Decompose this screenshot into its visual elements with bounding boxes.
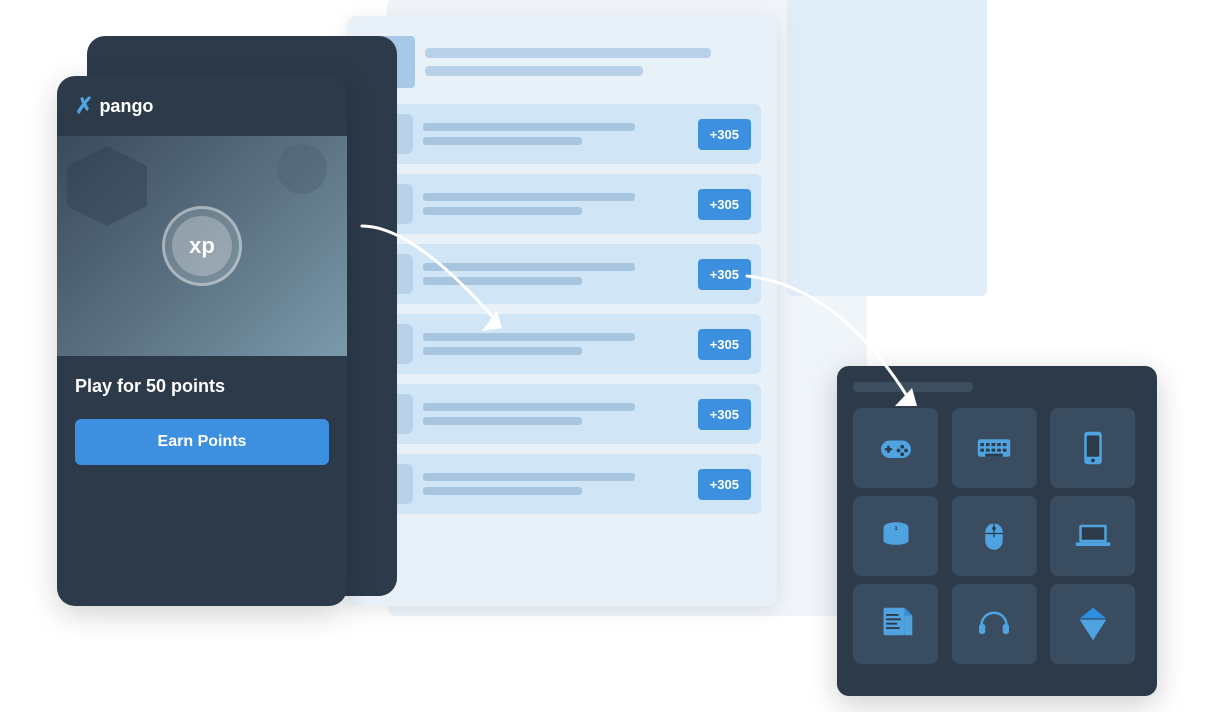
- list-header-line-long: [425, 48, 711, 58]
- laptop-icon-cell[interactable]: [1050, 496, 1135, 576]
- diamond-icon-cell[interactable]: [1050, 584, 1135, 664]
- xp-circle: xp: [162, 206, 242, 286]
- headphones-icon-cell[interactable]: [952, 584, 1037, 664]
- arrow-list-to-grid: [737, 266, 937, 426]
- icon-grid: 1: [853, 408, 1141, 664]
- list-item-lines: [423, 123, 688, 145]
- list-header-line-short: [425, 66, 643, 76]
- xpango-x: ✗: [75, 93, 93, 119]
- points-badge: +305: [698, 469, 751, 500]
- play-text: Play for 50 points: [75, 376, 329, 397]
- coins-icon-cell[interactable]: 1: [853, 496, 938, 576]
- list-item-line-long: [423, 123, 635, 131]
- gamepad-icon: [876, 428, 916, 468]
- xp-inner: xp: [172, 216, 232, 276]
- list-item-line-short: [423, 207, 582, 215]
- document-icon: [876, 604, 916, 644]
- mouse-icon-cell[interactable]: [952, 496, 1037, 576]
- list-item[interactable]: +305: [363, 104, 761, 164]
- points-badge: +305: [698, 119, 751, 150]
- geo-circle: [277, 144, 327, 194]
- list-item-lines: [423, 193, 688, 215]
- xp-label: xp: [189, 233, 215, 259]
- list-item-lines: [423, 473, 688, 495]
- mobile-card-header: ✗ pango: [57, 76, 347, 136]
- main-scene: ✗ pango xp Play for 50 points Earn Point…: [57, 16, 1157, 696]
- list-item-line-long: [423, 473, 635, 481]
- points-badge: +305: [698, 189, 751, 220]
- list-header-lines: [425, 48, 761, 76]
- list-item-line-long: [423, 193, 635, 201]
- mobile-card-body: Play for 50 points Earn Points: [57, 356, 347, 606]
- list-item[interactable]: +305: [363, 454, 761, 514]
- diamond-icon: [1073, 604, 1113, 644]
- mobile-card-image: xp: [57, 136, 347, 356]
- bg-light-panel-tr: [787, 0, 987, 296]
- mobile-phone-icon-cell[interactable]: [1050, 408, 1135, 488]
- laptop-icon: [1073, 516, 1113, 556]
- headphones-icon: [974, 604, 1014, 644]
- list-item-line-short: [423, 417, 582, 425]
- list-item-lines: [423, 403, 688, 425]
- mouse-icon: [974, 516, 1014, 556]
- list-item-line-short: [423, 137, 582, 145]
- keyboard-icon: [974, 428, 1014, 468]
- arrow-mobile-to-list: [352, 216, 532, 356]
- list-item-line-short: [423, 487, 582, 495]
- list-item[interactable]: +305: [363, 384, 761, 444]
- mobile-phone-icon: [1073, 428, 1113, 468]
- keyboard-icon-cell[interactable]: [952, 408, 1037, 488]
- document-icon-cell[interactable]: [853, 584, 938, 664]
- svg-text:1: 1: [894, 526, 897, 532]
- mobile-card: ✗ pango xp Play for 50 points Earn Point…: [57, 76, 347, 606]
- xpango-logo: ✗ pango: [75, 93, 153, 119]
- list-header: [363, 36, 761, 88]
- xpango-name: pango: [99, 96, 153, 117]
- coins-icon: 1: [876, 516, 916, 556]
- list-item-line-long: [423, 403, 635, 411]
- geo-hexagon: [67, 146, 147, 226]
- earn-points-button[interactable]: Earn Points: [75, 419, 329, 465]
